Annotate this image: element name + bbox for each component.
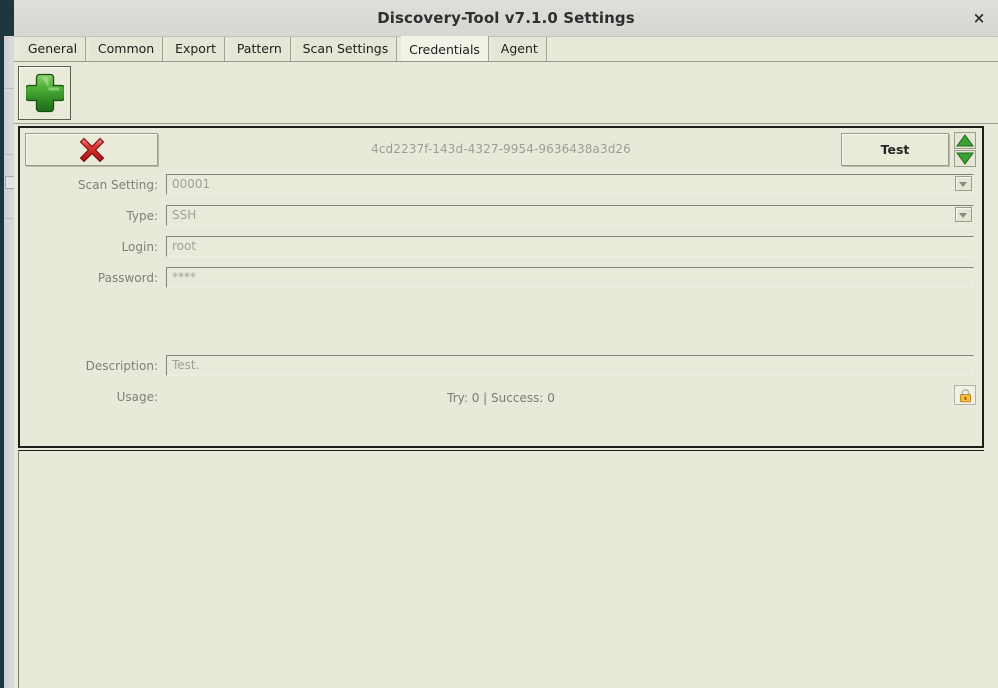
credential-panel: 4cd2237f-143d-4327-9954-9636438a3d26 Tes… (18, 126, 984, 448)
form-row-type: Type: SSH (20, 203, 982, 234)
form-row-description: Description: Test. (20, 353, 982, 384)
description-label: Description: (85, 359, 158, 373)
tab-pattern[interactable]: Pattern (228, 37, 291, 61)
add-credential-button[interactable] (18, 66, 71, 120)
login-label: Login: (121, 240, 158, 254)
credential-list-area (18, 450, 984, 688)
password-input[interactable]: **** (166, 267, 974, 288)
usage-stats: Try: 0 | Success: 0 (447, 391, 555, 405)
credential-form: Scan Setting: 00001 Type: SSH Login: roo… (20, 172, 982, 418)
close-icon[interactable]: × (968, 8, 990, 28)
description-input[interactable]: Test. (166, 355, 974, 376)
credential-guid: 4cd2237f-143d-4327-9954-9636438a3d26 (371, 142, 631, 156)
scan-setting-label: Scan Setting: (78, 178, 158, 192)
tab-common[interactable]: Common (89, 37, 164, 61)
lock-toggle-button[interactable] (954, 385, 976, 405)
test-button[interactable]: Test (841, 133, 949, 166)
form-row-password: Password: **** (20, 265, 982, 296)
settings-dialog: Discovery-Tool v7.1.0 Settings × General… (14, 0, 998, 688)
tab-credentials[interactable]: Credentials (401, 36, 489, 61)
tab-export[interactable]: Export (167, 37, 225, 61)
login-input[interactable]: root (166, 236, 974, 257)
triangle-down-icon (956, 152, 974, 165)
padlock-icon (959, 389, 972, 403)
tab-scan-settings[interactable]: Scan Settings (294, 37, 398, 61)
tab-agent[interactable]: Agent (492, 37, 547, 61)
form-row-scan-setting: Scan Setting: 00001 (20, 172, 982, 203)
type-chevron-down-icon[interactable] (955, 207, 972, 222)
plus-icon (26, 73, 64, 113)
form-row-usage: Usage: Try: 0 | Success: 0 (20, 384, 982, 418)
form-row-login: Login: root (20, 234, 982, 265)
spinner-down-button[interactable] (954, 150, 976, 167)
window-title: Discovery-Tool v7.1.0 Settings (377, 9, 635, 27)
tab-general[interactable]: General (19, 37, 87, 61)
triangle-up-icon (956, 134, 974, 147)
type-label: Type: (126, 209, 158, 223)
scan-setting-chevron-down-icon[interactable] (955, 176, 972, 191)
tab-bar: General Common Export Pattern Scan Setti… (14, 36, 998, 62)
scan-setting-input[interactable]: 00001 (166, 174, 974, 195)
credential-header: 4cd2237f-143d-4327-9954-9636438a3d26 Tes… (20, 128, 982, 172)
type-input[interactable]: SSH (166, 205, 974, 226)
spinner-up-button[interactable] (954, 132, 976, 149)
form-spacer (20, 296, 982, 353)
title-bar: Discovery-Tool v7.1.0 Settings × (14, 0, 998, 37)
desktop-root: Discovery-Tool v7.1.0 Settings × General… (0, 0, 998, 688)
toolbar (14, 62, 998, 124)
password-label: Password: (97, 271, 158, 285)
credential-spinner (954, 132, 976, 167)
